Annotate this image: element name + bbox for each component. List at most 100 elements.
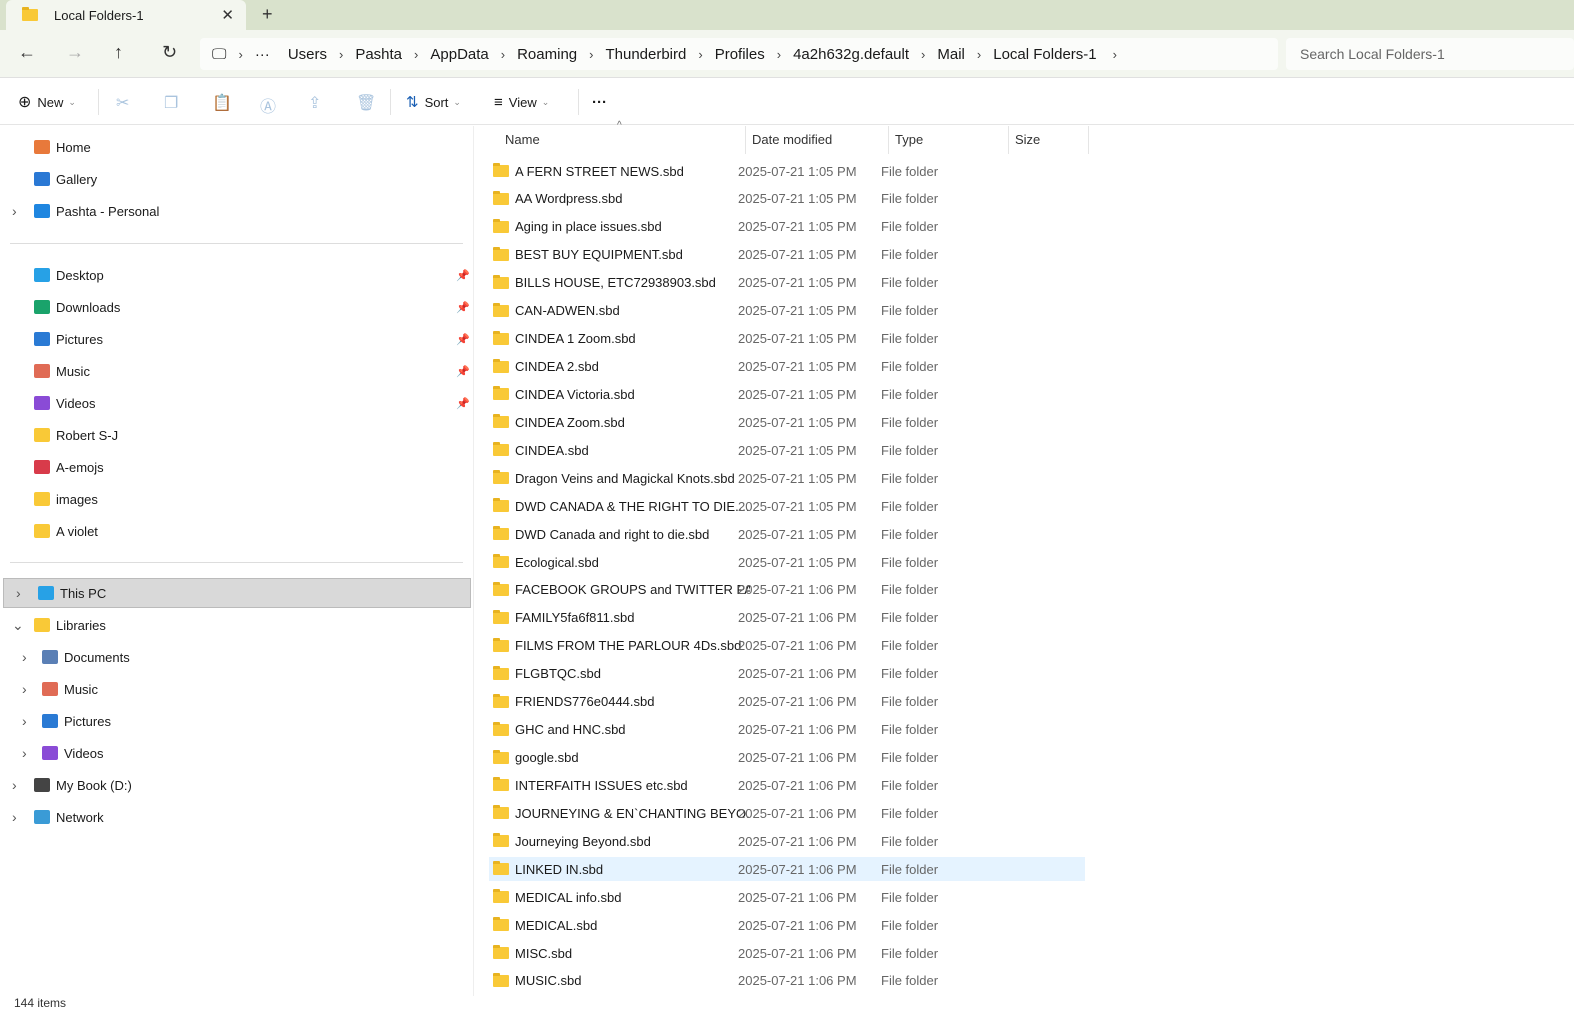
file-row[interactable]: CINDEA 2.sbd 2025-07-21 1:05 PM File folde… bbox=[489, 355, 1085, 379]
sidebar-item-documents[interactable]: Documents › bbox=[0, 642, 470, 672]
more-options-button[interactable]: ··· bbox=[592, 79, 607, 125]
view-button[interactable]: ≡ View ⌄ bbox=[494, 79, 549, 125]
file-row[interactable]: FRIENDS776e0444.sbd 2025-07-21 1:06 PM Fil… bbox=[489, 690, 1085, 714]
chevron-right-icon[interactable]: › bbox=[765, 47, 793, 62]
chevron-right-icon[interactable]: › bbox=[909, 47, 937, 62]
paste-icon[interactable]: 📋 bbox=[212, 93, 232, 113]
breadcrumb-item[interactable]: 4a2h632g.default bbox=[793, 46, 909, 63]
pin-icon[interactable]: 📌 bbox=[456, 397, 470, 410]
chevron-right-icon[interactable]: › bbox=[327, 47, 355, 62]
sidebar-item-pictures[interactable]: Pictures 📌 bbox=[0, 324, 470, 354]
forward-icon[interactable]: → bbox=[66, 42, 84, 63]
refresh-icon[interactable]: ↻ bbox=[162, 42, 177, 63]
pin-icon[interactable]: 📌 bbox=[456, 301, 470, 314]
chevron-right-icon[interactable]: › bbox=[489, 47, 517, 62]
file-row[interactable]: JOURNEYING & EN`CHANTING BEYO... 2025-07-… bbox=[489, 801, 1085, 825]
breadcrumb-item[interactable]: Mail bbox=[937, 46, 965, 63]
sidebar-item-downloads[interactable]: Downloads 📌 bbox=[0, 292, 470, 322]
file-row[interactable]: Dragon Veins and Magickal Knots.sbd 2025-… bbox=[489, 466, 1085, 490]
file-row[interactable]: CINDEA Victoria.sbd 2025-07-21 1:05 PM Fil… bbox=[489, 382, 1085, 406]
breadcrumb-item[interactable]: Users bbox=[288, 46, 327, 63]
sidebar-item-home[interactable]: Home bbox=[0, 132, 470, 162]
file-row[interactable]: LINKED IN.sbd 2025-07-21 1:06 PM File fold… bbox=[489, 857, 1085, 882]
chevron-right-icon[interactable]: › bbox=[12, 777, 17, 793]
file-row[interactable]: BEST BUY EQUIPMENT.sbd 2025-07-21 1:05 PM… bbox=[489, 243, 1085, 267]
file-row[interactable]: FAMILY5fa6f811.sbd 2025-07-21 1:06 PM File… bbox=[489, 606, 1085, 630]
file-row[interactable]: FACEBOOK GROUPS and TWITTER PA... 2025-07… bbox=[489, 578, 1085, 602]
file-row[interactable]: DWD Canada and right to die.sbd 2025-07-2… bbox=[489, 522, 1085, 546]
breadcrumb-overflow[interactable]: ··· bbox=[255, 46, 274, 63]
chevron-right-icon[interactable]: › bbox=[1097, 47, 1133, 62]
breadcrumb-item[interactable]: Roaming bbox=[517, 46, 577, 63]
address-bar[interactable]: 🖵 › ··· Users › Pashta › AppData › Roaming › Thu… bbox=[200, 38, 1278, 70]
copy-icon[interactable]: ❐ bbox=[164, 93, 178, 113]
back-icon[interactable]: ← bbox=[18, 42, 36, 63]
sidebar-item-robert-s-j[interactable]: Robert S-J bbox=[0, 420, 470, 450]
chevron-right-icon[interactable]: › bbox=[686, 47, 714, 62]
cut-icon[interactable]: ✂ bbox=[116, 93, 129, 113]
pin-icon[interactable]: 📌 bbox=[456, 365, 470, 378]
breadcrumb-item[interactable]: Profiles bbox=[715, 46, 765, 63]
sidebar-item-pictures[interactable]: Pictures › bbox=[0, 706, 470, 736]
sidebar-item-videos[interactable]: Videos 📌 bbox=[0, 388, 470, 418]
column-type[interactable]: Type bbox=[895, 132, 923, 147]
file-row[interactable]: Journeying Beyond.sbd 2025-07-21 1:06 PM F… bbox=[489, 829, 1085, 853]
file-row[interactable]: GHC and HNC.sbd 2025-07-21 1:06 PM File fo… bbox=[489, 718, 1085, 742]
sidebar-item-network[interactable]: Network › bbox=[0, 802, 470, 832]
rename-icon[interactable]: Ⓐ bbox=[260, 93, 276, 117]
file-row[interactable]: MEDICAL.sbd 2025-07-21 1:06 PM File folder bbox=[489, 913, 1085, 937]
file-row[interactable]: BILLS HOUSE, ETC72938903.sbd 2025-07-21 1… bbox=[489, 271, 1085, 295]
sidebar-item-this-pc[interactable]: This PC › bbox=[3, 578, 471, 608]
sidebar-item-gallery[interactable]: Gallery bbox=[0, 164, 470, 194]
file-row[interactable]: google.sbd 2025-07-21 1:06 PM File folder bbox=[489, 746, 1085, 770]
column-date-modified[interactable]: Date modified bbox=[752, 132, 832, 147]
sidebar-item-videos[interactable]: Videos › bbox=[0, 738, 470, 768]
up-icon[interactable]: ↑ bbox=[114, 42, 123, 63]
file-row[interactable]: Aging in place issues.sbd 2025-07-21 1:05… bbox=[489, 215, 1085, 239]
chevron-right-icon[interactable]: › bbox=[12, 203, 17, 219]
share-icon[interactable]: ⇪ bbox=[308, 93, 321, 113]
file-row[interactable]: CINDEA 1 Zoom.sbd 2025-07-21 1:05 PM File … bbox=[489, 327, 1085, 351]
file-row[interactable]: DWD CANADA & THE RIGHT TO DIE.... 2025-07… bbox=[489, 494, 1085, 518]
new-button[interactable]: ⊕ New ⌄ bbox=[18, 79, 76, 125]
tab-local-folders[interactable]: Local Folders-1 ✕ bbox=[6, 0, 246, 30]
breadcrumb-item[interactable]: Local Folders-1 bbox=[993, 46, 1096, 63]
sort-button[interactable]: ⇅ Sort ⌄ bbox=[406, 79, 461, 125]
chevron-right-icon[interactable]: › bbox=[402, 47, 430, 62]
chevron-right-icon[interactable]: › bbox=[22, 713, 27, 729]
sidebar-item-images[interactable]: images bbox=[0, 484, 470, 514]
file-row[interactable]: INTERFAITH ISSUES etc.sbd 2025-07-21 1:06… bbox=[489, 773, 1085, 797]
search-input[interactable]: Search Local Folders-1 bbox=[1286, 38, 1574, 70]
breadcrumb-item[interactable]: Pashta bbox=[355, 46, 402, 63]
file-row[interactable]: Ecological.sbd 2025-07-21 1:05 PM File fol… bbox=[489, 550, 1085, 574]
chevron-right-icon[interactable]: › bbox=[16, 585, 21, 601]
sidebar-item-music[interactable]: Music 📌 bbox=[0, 356, 470, 386]
pin-icon[interactable]: 📌 bbox=[456, 333, 470, 346]
sidebar-item-my-book-d-[interactable]: My Book (D:) › bbox=[0, 770, 470, 800]
file-row[interactable]: CINDEA Zoom.sbd 2025-07-21 1:05 PM File fo… bbox=[489, 410, 1085, 434]
sidebar-item-libraries[interactable]: Libraries ⌄ bbox=[0, 610, 470, 640]
breadcrumb-item[interactable]: AppData bbox=[430, 46, 488, 63]
chevron-right-icon[interactable]: › bbox=[22, 745, 27, 761]
column-size[interactable]: Size bbox=[1015, 132, 1040, 147]
sidebar-item-a-emojs[interactable]: A-emojs bbox=[0, 452, 470, 482]
file-row[interactable]: CAN-ADWEN.sbd 2025-07-21 1:05 PM File fold… bbox=[489, 299, 1085, 323]
file-row[interactable]: AA Wordpress.sbd 2025-07-21 1:05 PM File f… bbox=[489, 187, 1085, 211]
breadcrumb-item[interactable]: Thunderbird bbox=[605, 46, 686, 63]
file-row[interactable]: MISC.sbd 2025-07-21 1:06 PM File folder bbox=[489, 941, 1085, 965]
column-name[interactable]: Name bbox=[505, 132, 540, 147]
file-row[interactable]: MUSIC.sbd 2025-07-21 1:06 PM File folder bbox=[489, 969, 1085, 993]
sidebar-item-a-violet[interactable]: A violet bbox=[0, 516, 470, 546]
chevron-right-icon[interactable]: › bbox=[965, 47, 993, 62]
file-row[interactable]: MEDICAL info.sbd 2025-07-21 1:06 PM File f… bbox=[489, 885, 1085, 909]
file-row[interactable]: A FERN STREET NEWS.sbd 2025-07-21 1:05 PM… bbox=[489, 159, 1085, 183]
close-tab-icon[interactable]: ✕ bbox=[221, 6, 234, 24]
sidebar-item-music[interactable]: Music › bbox=[0, 674, 470, 704]
chevron-down-icon[interactable]: ⌄ bbox=[12, 617, 24, 634]
pin-icon[interactable]: 📌 bbox=[456, 269, 470, 282]
sidebar-item-pashta-personal[interactable]: Pashta - Personal › bbox=[0, 196, 470, 226]
delete-icon[interactable]: 🗑 bbox=[356, 93, 376, 113]
chevron-right-icon[interactable]: › bbox=[22, 681, 27, 697]
file-row[interactable]: FLGBTQC.sbd 2025-07-21 1:06 PM File folder bbox=[489, 662, 1085, 686]
new-tab-button[interactable]: + bbox=[262, 4, 273, 25]
